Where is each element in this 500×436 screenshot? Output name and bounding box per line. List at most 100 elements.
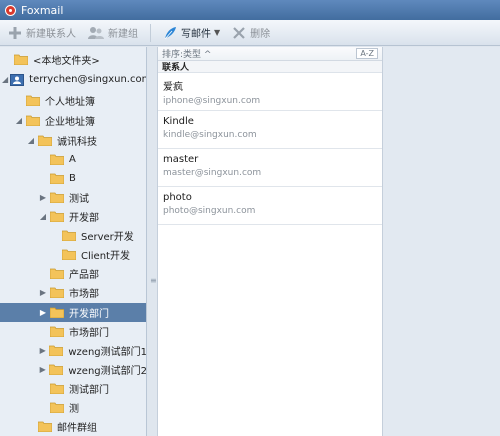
expand-arrow-icon[interactable]: ◢: [2, 75, 8, 84]
folder-icon: [62, 249, 76, 260]
contact-email: iphone@singxun.com: [163, 96, 261, 106]
tree-item-label: 企业地址簿: [45, 117, 95, 128]
folder-icon: [50, 383, 64, 394]
tree-item-personal-book[interactable]: 个人地址簿: [0, 91, 146, 110]
delete-button[interactable]: 删除: [232, 25, 270, 40]
folder-icon: [38, 135, 52, 146]
contact-item[interactable]: master master@singxun.com: [158, 149, 382, 187]
new-contact-button[interactable]: 新建联系人: [8, 25, 76, 40]
az-sort-button[interactable]: A-Z: [356, 48, 378, 59]
contact-email: kindle@singxun.com: [163, 130, 257, 140]
tree-item-label: 个人地址簿: [45, 97, 95, 108]
tree-item-account[interactable]: ◢ terrychen@singxun.com: [0, 70, 147, 89]
tree-item-label: A: [69, 154, 76, 165]
contact-email: master@singxun.com: [163, 168, 262, 178]
tree-item-label: wzeng测试部门2: [68, 366, 147, 377]
folder-icon: [50, 287, 64, 298]
expand-arrow-icon[interactable]: ▶: [38, 365, 47, 374]
tree-item-label: Server开发: [81, 232, 134, 243]
feather-pen-icon: [164, 26, 176, 39]
tree-item-wzeng-test-2[interactable]: ▶ wzeng测试部门2: [0, 360, 147, 379]
contact-name: 爱疯: [163, 82, 183, 93]
contact-item[interactable]: Kindle kindle@singxun.com: [158, 111, 382, 149]
tree-item-server-dev[interactable]: Server开发: [0, 226, 146, 245]
contact-name: master: [163, 154, 199, 165]
expand-arrow-icon[interactable]: ▶: [38, 288, 48, 297]
tree-item-label: B: [69, 173, 76, 184]
expand-arrow-icon[interactable]: ◢: [38, 212, 48, 221]
tree-item-label: 开发部: [69, 213, 99, 224]
app-title: Foxmail: [21, 3, 64, 17]
tree-item-label: 诚讯科技: [57, 137, 97, 148]
contacts-group-header: 联系人: [158, 61, 382, 73]
expand-arrow-icon[interactable]: ▶: [38, 193, 48, 202]
folder-icon: [50, 268, 64, 279]
tree-item-market-section[interactable]: 市场部门: [0, 322, 146, 341]
tree-item-mail-groups[interactable]: 邮件群组: [0, 417, 146, 436]
tree-item-label: terrychen@singxun.com: [29, 74, 147, 85]
contact-item[interactable]: 爱疯 iphone@singxun.com: [158, 73, 382, 111]
tree-item-client-dev[interactable]: Client开发: [0, 245, 146, 264]
delete-label: 删除: [250, 29, 271, 40]
folder-icon: [50, 326, 64, 337]
splitter-grip-icon[interactable]: ≡: [150, 276, 157, 285]
new-group-button[interactable]: 新建组: [88, 25, 138, 40]
tree-item-enterprise-book[interactable]: ◢ 企业地址簿: [0, 111, 146, 130]
folder-tree: <本地文件夹> ◢ terrychen@singxun.com 个人地址簿 ◢ …: [0, 47, 147, 436]
tree-item-dev-section[interactable]: ▶ 开发部门: [0, 303, 146, 322]
sort-type-button[interactable]: 排序:类型 ^: [162, 47, 211, 60]
address-book-icon: [10, 73, 25, 86]
tree-item-label: 市场部: [69, 289, 99, 300]
folder-icon: [50, 307, 64, 318]
expand-arrow-icon[interactable]: ▶: [38, 346, 47, 355]
folder-icon: [50, 402, 64, 413]
folder-icon: [49, 345, 64, 356]
title-bar: Foxmail: [0, 0, 500, 20]
tree-item-test[interactable]: ▶ 测试: [0, 188, 146, 207]
add-contact-icon: [9, 26, 21, 39]
group-icon: [88, 26, 104, 39]
tree-item-label: wzeng测试部门1: [68, 347, 147, 358]
tree-item-label: 开发部门: [69, 309, 109, 320]
tree-item-label: Client开发: [81, 251, 130, 262]
folder-icon: [50, 173, 64, 184]
tree-item-label: 测: [69, 404, 79, 415]
tree-item-label: 邮件群组: [57, 423, 97, 434]
contact-name: photo: [163, 192, 192, 203]
folder-icon: [62, 230, 76, 241]
tree-item-a[interactable]: A: [0, 150, 146, 169]
write-mail-button[interactable]: 写邮件 ▼: [163, 25, 220, 40]
tree-item-label: 测试部门: [69, 385, 109, 396]
tree-item-market-dept[interactable]: ▶ 市场部: [0, 283, 146, 302]
tree-item-dev-dept[interactable]: ◢ 开发部: [0, 207, 146, 226]
tree-item-b[interactable]: B: [0, 169, 146, 188]
toolbar: 新建联系人 新建组 写邮件 ▼ 删除: [0, 20, 500, 46]
detail-pane: [383, 47, 500, 436]
tree-item-local-folders[interactable]: <本地文件夹>: [0, 50, 146, 69]
folder-icon: [38, 421, 52, 432]
contact-name: Kindle: [163, 116, 194, 127]
tree-item-wzeng-test-1[interactable]: ▶ wzeng测试部门1: [0, 341, 147, 360]
new-group-label: 新建组: [108, 29, 138, 40]
folder-icon: [50, 192, 64, 203]
tree-item-test-section[interactable]: 测试部门: [0, 379, 146, 398]
expand-arrow-icon[interactable]: ◢: [26, 136, 36, 145]
sort-bar: 排序:类型 ^ A-Z: [158, 47, 382, 61]
folder-icon: [14, 54, 28, 65]
contact-item[interactable]: photo photo@singxun.com: [158, 187, 382, 225]
contact-email: photo@singxun.com: [163, 206, 256, 216]
tree-item-product-dept[interactable]: 产品部: [0, 264, 146, 283]
foxmail-logo-icon: [5, 4, 16, 16]
pane-splitter[interactable]: ≡: [147, 47, 157, 436]
toolbar-divider: [150, 23, 151, 42]
folder-icon: [26, 115, 40, 126]
tree-item-ce[interactable]: 测: [0, 398, 146, 417]
new-contact-label: 新建联系人: [26, 29, 76, 40]
expand-arrow-icon[interactable]: ▶: [38, 308, 48, 317]
tree-item-label: 市场部门: [69, 328, 109, 339]
expand-arrow-icon[interactable]: ◢: [14, 116, 24, 125]
tree-item-company[interactable]: ◢ 诚讯科技: [0, 131, 146, 150]
chevron-down-icon[interactable]: ▼: [214, 28, 220, 37]
contact-list: 排序:类型 ^ A-Z 联系人 爱疯 iphone@singxun.com Ki…: [157, 47, 383, 436]
folder-icon: [50, 154, 64, 165]
